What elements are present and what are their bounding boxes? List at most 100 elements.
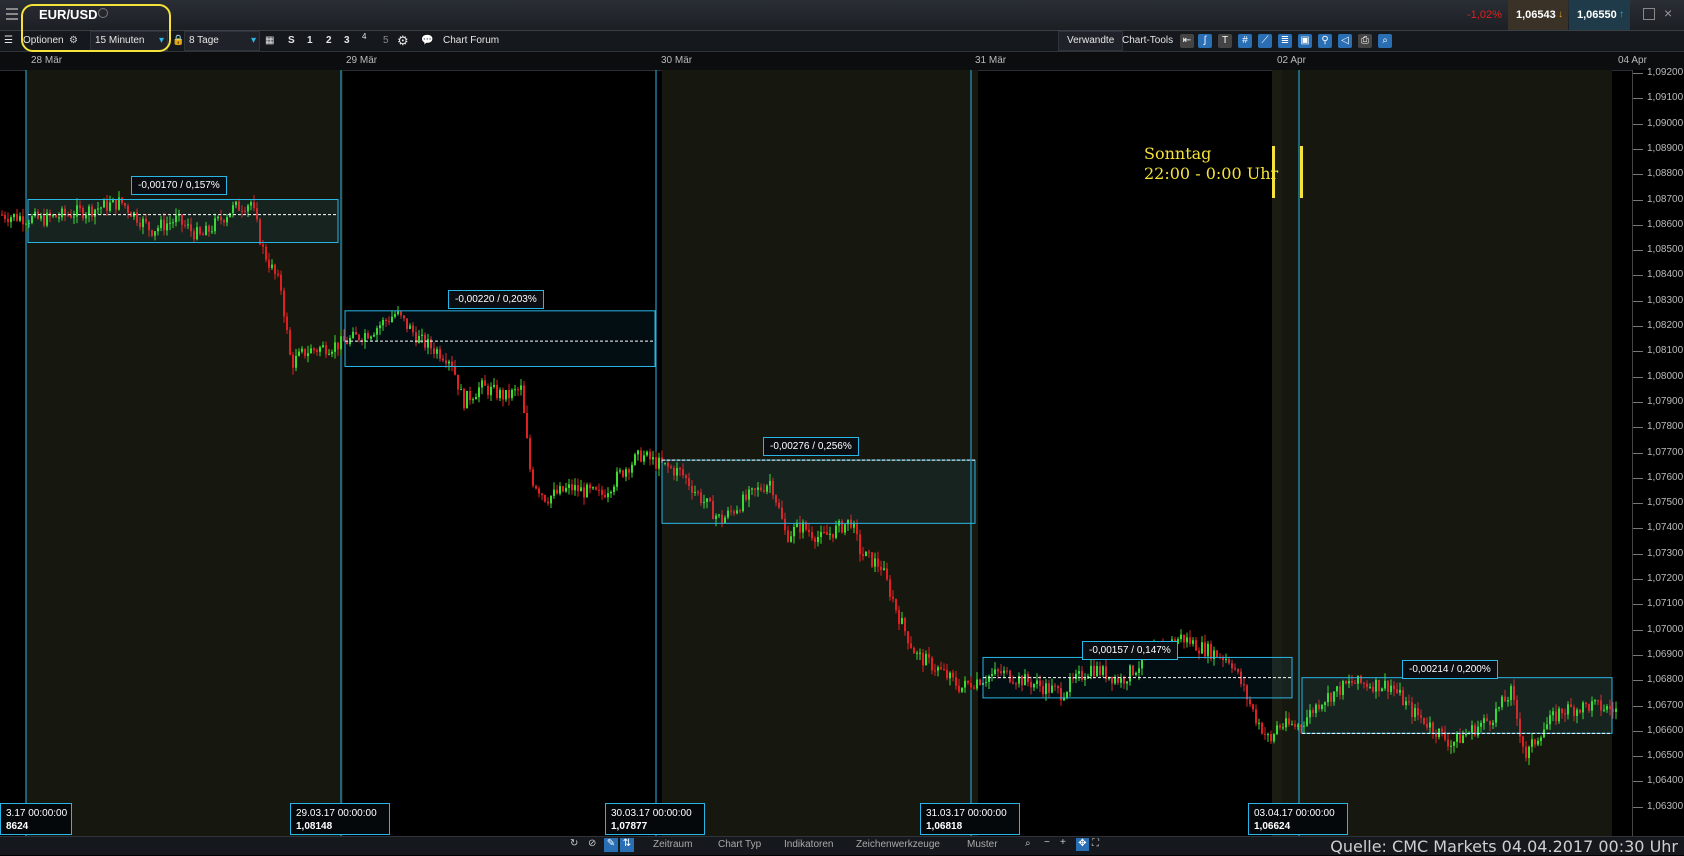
candle-body	[976, 679, 978, 689]
fit-icon[interactable]: ✥	[1076, 838, 1089, 851]
quick-3-button[interactable]: 3	[344, 31, 350, 51]
tool-tag-icon[interactable]: ◁	[1338, 34, 1352, 48]
sync-icon[interactable]: ⇅	[620, 838, 634, 852]
candle-body	[967, 680, 969, 683]
candle-body	[1282, 727, 1284, 729]
candle-body	[1180, 634, 1182, 640]
price-label: 1,07000	[1647, 623, 1684, 635]
draw-icon[interactable]: ✎	[604, 838, 618, 852]
zoom-out-icon[interactable]: −	[1044, 837, 1050, 848]
tool-fib-icon[interactable]: ≣	[1278, 34, 1292, 48]
price-label: 1,09000	[1647, 117, 1684, 129]
fullscreen-icon[interactable]: ⛶	[1092, 838, 1099, 849]
candle-body	[1465, 734, 1467, 736]
chart-forum-button[interactable]: Chart Forum	[443, 31, 499, 51]
gear-icon[interactable]: ⚙	[397, 31, 409, 51]
candle-body	[496, 384, 498, 399]
candle-body	[898, 610, 900, 624]
candle-body	[1531, 739, 1533, 747]
date-label: 31 Mär	[975, 55, 1007, 66]
candle-body	[964, 680, 966, 688]
tab-indicators[interactable]: Indikatoren	[784, 839, 833, 850]
candle-body	[553, 489, 555, 496]
candle-body	[634, 454, 636, 465]
buy-price-button[interactable]: 1,06550 ↑	[1569, 0, 1630, 30]
candle-body	[790, 536, 792, 542]
candle-body	[550, 495, 552, 504]
quick-2-button[interactable]: 2	[326, 31, 332, 51]
candle-body	[598, 489, 600, 491]
quick-s-button[interactable]: S	[288, 31, 295, 51]
chat-icon[interactable]: 💬	[421, 31, 433, 51]
range-annotation[interactable]: -0,00276 / 0,256%	[763, 437, 859, 456]
candle-body	[619, 470, 621, 472]
list-icon[interactable]: ☰	[4, 31, 13, 51]
candle-body	[325, 345, 327, 355]
maximize-icon[interactable]	[1643, 8, 1655, 20]
change-percent: -1,02%	[1467, 9, 1502, 21]
box-price: 8624	[6, 821, 29, 832]
tool-box-icon[interactable]: ▣	[1298, 34, 1312, 48]
candle-body	[271, 264, 273, 268]
quick-4-button[interactable]: 4	[362, 27, 366, 47]
menu-icon[interactable]	[6, 8, 18, 20]
calendar-icon[interactable]: ▦	[265, 31, 274, 51]
tool-signal-icon[interactable]: ⚲	[1318, 34, 1332, 48]
tool-zoom-icon[interactable]: ⌕	[1378, 34, 1392, 48]
zoom-icon[interactable]: ⌕	[1025, 838, 1031, 849]
related-button[interactable]: Verwandte	[1058, 31, 1124, 51]
candle-body	[874, 558, 876, 567]
tool-trend-icon[interactable]: ⟋	[1258, 34, 1272, 48]
candle-body	[1279, 725, 1281, 728]
lock-icon[interactable]: 🔒	[172, 31, 184, 51]
quick-5-button[interactable]: 5	[383, 31, 389, 51]
price-label: 1,09200	[1647, 67, 1684, 78]
close-icon[interactable]: ×	[1664, 5, 1672, 21]
candle-body	[544, 495, 546, 502]
measure-box	[661, 459, 976, 524]
candle-body	[826, 532, 828, 535]
candle-body	[1462, 735, 1464, 743]
candle-body	[595, 487, 597, 490]
tool-curve-icon[interactable]: ∫	[1198, 34, 1212, 48]
tool-text-icon[interactable]: T	[1218, 34, 1232, 48]
candle-body	[625, 469, 627, 477]
candle-body	[652, 457, 654, 460]
candle-body	[454, 366, 456, 375]
sell-price-button[interactable]: 1,06543 ↓	[1508, 0, 1568, 30]
candle-body	[1291, 724, 1293, 726]
candle-body	[529, 438, 531, 470]
tab-drawing-tools[interactable]: Zeichenwerkzeuge	[856, 839, 940, 850]
print-icon[interactable]: ⎙	[1358, 34, 1372, 48]
box-date: 29.03.17 00:00:00	[296, 808, 377, 819]
range-select[interactable]: 8 Tage ▾	[184, 31, 260, 51]
range-annotation[interactable]: -0,00157 / 0,147%	[1082, 641, 1178, 660]
refresh-icon[interactable]: ↻	[570, 838, 578, 849]
price-label: 1,06600	[1647, 724, 1684, 736]
zoom-in-icon[interactable]: +	[1060, 837, 1066, 848]
candle-body	[4, 214, 6, 220]
range-annotation[interactable]: -0,00220 / 0,203%	[448, 290, 544, 309]
price-tick	[1633, 351, 1643, 353]
candle-body	[475, 397, 477, 400]
quick-1-button[interactable]: 1	[307, 31, 313, 51]
candle-body	[1267, 734, 1269, 736]
tool-grid-icon[interactable]: #	[1238, 34, 1252, 48]
tool-arrow-icon[interactable]: ⇤	[1180, 34, 1194, 48]
candle-body	[10, 217, 12, 222]
crosshair-date-box: 29.03.17 00:00:00 1,08148	[290, 803, 390, 835]
reset-icon[interactable]: ⊘	[588, 838, 596, 849]
box-price: 1,06624	[1254, 821, 1291, 832]
candle-body	[319, 347, 321, 352]
candle-body	[547, 501, 549, 504]
candle-body	[640, 450, 642, 462]
tab-patterns[interactable]: Muster	[967, 839, 998, 850]
price-tick	[1633, 503, 1643, 505]
candle-body	[1183, 634, 1185, 643]
range-annotation[interactable]: -0,00214 / 0,200%	[1402, 660, 1498, 679]
tab-chart-type[interactable]: Chart Typ	[718, 839, 761, 850]
range-annotation[interactable]: -0,00170 / 0,157%	[131, 176, 227, 195]
tab-timeframe[interactable]: Zeitraum	[653, 839, 692, 850]
candle-body	[313, 348, 315, 351]
price-label: 1,09100	[1647, 92, 1684, 104]
